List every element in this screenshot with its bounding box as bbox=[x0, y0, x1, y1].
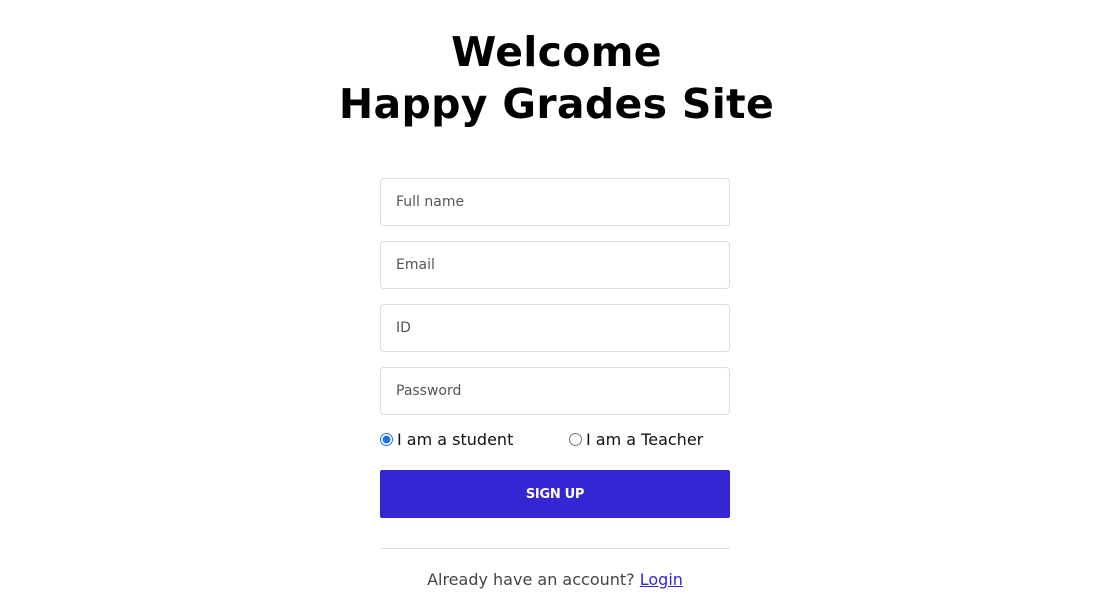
signup-form: I am a student I am a Teacher SIGN UP Al… bbox=[380, 178, 730, 589]
welcome-heading: Welcome bbox=[451, 28, 662, 76]
page-title: Welcome Happy Grades Site bbox=[0, 26, 1113, 130]
fullname-input[interactable] bbox=[380, 178, 730, 226]
site-name-heading: Happy Grades Site bbox=[338, 80, 775, 128]
role-selector: I am a student I am a Teacher bbox=[380, 430, 730, 454]
login-prompt: Already have an account? Login bbox=[320, 570, 790, 589]
signup-button[interactable]: SIGN UP bbox=[380, 470, 730, 518]
role-teacher-option[interactable]: I am a Teacher bbox=[569, 430, 703, 449]
role-teacher-label: I am a Teacher bbox=[586, 430, 704, 449]
divider bbox=[380, 548, 730, 549]
id-input[interactable] bbox=[380, 304, 730, 352]
signup-page: Welcome Happy Grades Site I am a student… bbox=[0, 0, 1113, 603]
role-student-option[interactable]: I am a student bbox=[380, 430, 513, 449]
role-student-label: I am a student bbox=[397, 430, 514, 449]
role-student-radio[interactable] bbox=[380, 433, 393, 446]
role-teacher-radio[interactable] bbox=[569, 433, 582, 446]
password-input[interactable] bbox=[380, 367, 730, 415]
login-prompt-text: Already have an account? bbox=[427, 570, 635, 589]
email-input[interactable] bbox=[380, 241, 730, 289]
login-link[interactable]: Login bbox=[640, 570, 683, 589]
